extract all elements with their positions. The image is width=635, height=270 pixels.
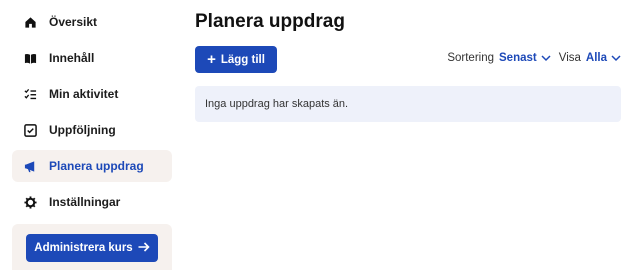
gear-icon [23,195,37,209]
list-controls: Sortering Senast Visa Alla [447,52,621,64]
sidebar-item-installningar[interactable]: Inställningar [12,186,172,218]
sidebar-item-planera-uppdrag[interactable]: Planera uppdrag [12,150,172,182]
chevron-down-icon[interactable] [541,53,551,63]
sort-label: Sortering [447,52,495,64]
sort-dropdown[interactable]: Senast [499,52,537,64]
sidebar-item-label: Innehåll [49,51,95,65]
megaphone-icon [23,159,37,173]
page-title: Planera uppdrag [195,11,345,32]
sidebar-item-label: Översikt [49,15,98,29]
chevron-down-icon[interactable] [611,53,621,63]
book-icon [23,51,37,65]
admin-panel: Administrera kurs [12,224,172,270]
sidebar: Översikt Innehåll Min aktivitet Uppföljn… [12,6,172,222]
plus-icon: + [207,51,216,68]
checklist-icon [23,87,37,101]
add-button[interactable]: + Lägg till [195,46,277,73]
administrera-kurs-button[interactable]: Administrera kurs [26,234,158,262]
show-label: Visa [558,52,581,64]
sidebar-item-oversikt[interactable]: Översikt [12,6,172,38]
sidebar-item-label: Planera uppdrag [49,159,144,173]
sidebar-item-innehall[interactable]: Innehåll [12,42,172,74]
empty-state-text: Inga uppdrag har skapats än. [205,98,349,110]
sidebar-item-uppfoljning[interactable]: Uppföljning [12,114,172,146]
admin-button-label: Administrera kurs [34,242,133,254]
empty-state-message: Inga uppdrag har skapats än. [195,86,621,122]
sidebar-item-label: Min aktivitet [49,87,119,101]
sidebar-item-label: Inställningar [49,195,121,209]
sidebar-item-min-aktivitet[interactable]: Min aktivitet [12,78,172,110]
add-button-label: Lägg till [220,53,265,66]
show-dropdown[interactable]: Alla [586,52,607,64]
arrow-right-icon [138,241,150,255]
sidebar-item-label: Uppföljning [49,123,116,137]
home-icon [23,15,37,29]
check-square-icon [23,123,37,137]
